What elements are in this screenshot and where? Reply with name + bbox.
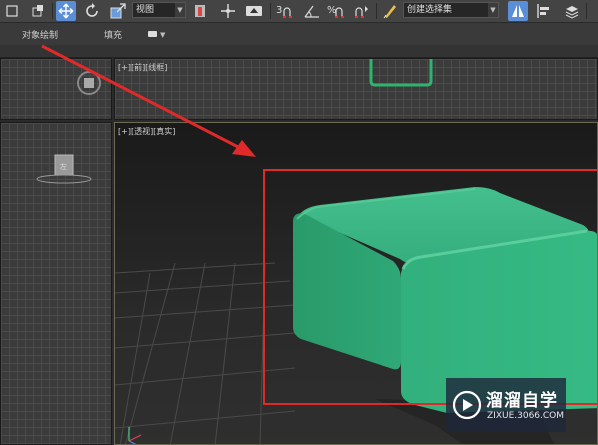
watermark-title: 溜溜自学 bbox=[486, 391, 558, 411]
watermark-url: ZIXUE.3066.COM bbox=[487, 411, 565, 421]
play-logo-icon bbox=[452, 390, 482, 420]
watermark: 溜溜自学 ZIXUE.3066.COM bbox=[446, 378, 566, 432]
